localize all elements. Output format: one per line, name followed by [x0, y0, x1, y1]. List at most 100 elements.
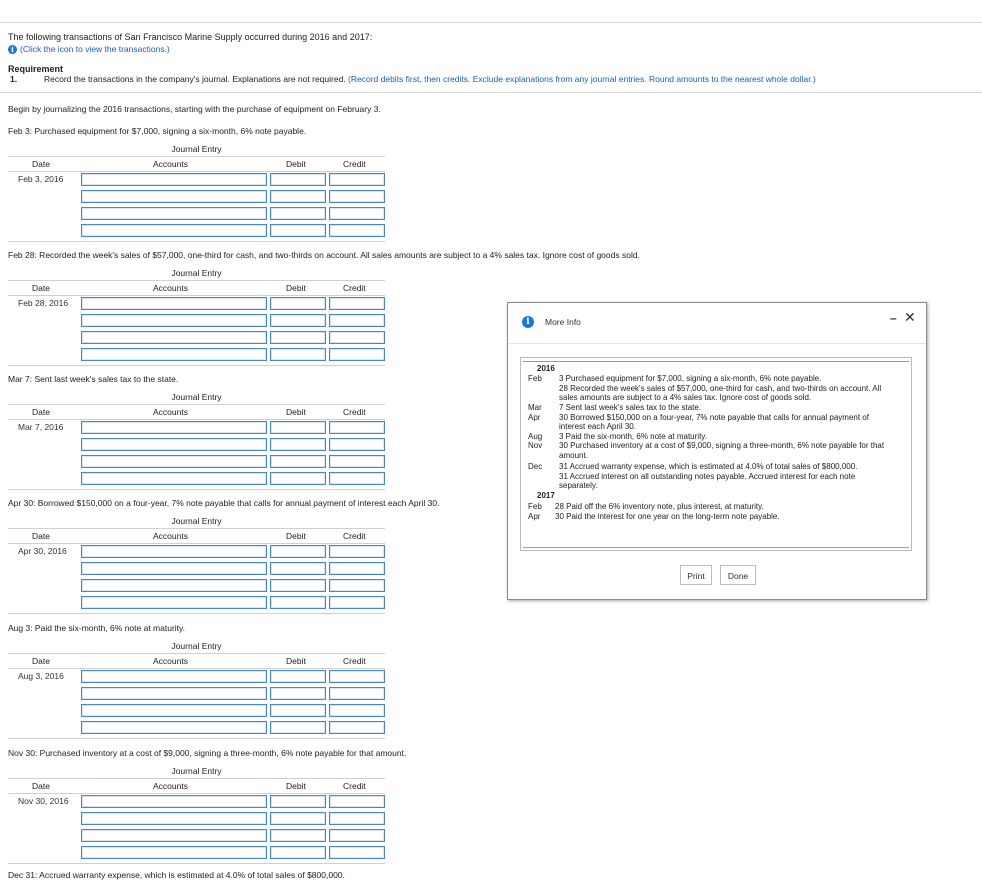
journal-row: [8, 313, 385, 330]
journal-row: [8, 347, 385, 364]
debit-input[interactable]: [270, 331, 326, 344]
journal-row: [8, 703, 385, 720]
debit-input[interactable]: [270, 173, 326, 186]
credit-input[interactable]: [329, 721, 385, 734]
col-date: Date: [32, 159, 50, 169]
col-accounts: Accounts: [153, 159, 188, 169]
account-input[interactable]: [81, 670, 267, 683]
account-input[interactable]: [81, 704, 267, 717]
account-input[interactable]: [81, 579, 267, 592]
debit-input[interactable]: [270, 812, 326, 825]
credit-input[interactable]: [329, 421, 385, 434]
debit-input[interactable]: [270, 190, 326, 203]
view-transactions-link[interactable]: i (Click the icon to view the transactio…: [8, 44, 170, 54]
credit-input[interactable]: [329, 579, 385, 592]
credit-input[interactable]: [329, 812, 385, 825]
year-label: 2017: [537, 491, 555, 500]
info-link-label[interactable]: (Click the icon to view the transactions…: [20, 44, 170, 54]
transactions-list: 2016 Feb 3 Purchased equipment for $7,000,…: [523, 361, 909, 548]
account-input[interactable]: [81, 314, 267, 327]
credit-input[interactable]: [329, 455, 385, 468]
credit-input[interactable]: [329, 829, 385, 842]
journal-entry-table: Journal Entry Date Accounts Debit Credit Aug …: [8, 641, 385, 739]
credit-input[interactable]: [329, 207, 385, 220]
credit-input[interactable]: [329, 472, 385, 485]
credit-input[interactable]: [329, 704, 385, 717]
account-input[interactable]: [81, 297, 267, 310]
account-input[interactable]: [81, 331, 267, 344]
debit-input[interactable]: [270, 314, 326, 327]
col-credit: Credit: [343, 656, 366, 666]
journal-row: Feb 28, 2016: [8, 296, 385, 313]
debit-input[interactable]: [270, 829, 326, 842]
debit-input[interactable]: [270, 421, 326, 434]
account-input[interactable]: [81, 472, 267, 485]
credit-input[interactable]: [329, 331, 385, 344]
debit-input[interactable]: [270, 348, 326, 361]
debit-input[interactable]: [270, 224, 326, 237]
account-input[interactable]: [81, 846, 267, 859]
debit-input[interactable]: [270, 207, 326, 220]
account-input[interactable]: [81, 421, 267, 434]
credit-input[interactable]: [329, 348, 385, 361]
debit-input[interactable]: [270, 687, 326, 700]
account-input[interactable]: [81, 829, 267, 842]
account-input[interactable]: [81, 190, 267, 203]
account-input[interactable]: [81, 545, 267, 558]
debit-input[interactable]: [270, 670, 326, 683]
debit-input[interactable]: [270, 704, 326, 717]
account-input[interactable]: [81, 224, 267, 237]
debit-input[interactable]: [270, 455, 326, 468]
credit-input[interactable]: [329, 173, 385, 186]
debit-input[interactable]: [270, 721, 326, 734]
journal-row: [8, 828, 385, 845]
credit-input[interactable]: [329, 438, 385, 451]
dialog-title: More Info: [545, 317, 581, 327]
journal-entry-table: Journal Entry Date Accounts Debit Credit Nov …: [8, 766, 385, 864]
minimize-icon[interactable]: –: [890, 311, 897, 325]
debit-input[interactable]: [270, 579, 326, 592]
journal-entry-title: Journal Entry: [171, 144, 222, 154]
account-input[interactable]: [81, 455, 267, 468]
debit-input[interactable]: [270, 472, 326, 485]
info-icon[interactable]: i: [8, 44, 17, 54]
entry-date: Aug 3, 2016: [18, 671, 64, 681]
credit-input[interactable]: [329, 687, 385, 700]
debit-input[interactable]: [270, 438, 326, 451]
account-input[interactable]: [81, 438, 267, 451]
col-credit: Credit: [343, 407, 366, 417]
account-input[interactable]: [81, 687, 267, 700]
credit-input[interactable]: [329, 314, 385, 327]
credit-input[interactable]: [329, 795, 385, 808]
credit-input[interactable]: [329, 562, 385, 575]
account-input[interactable]: [81, 348, 267, 361]
transaction-text: 31 Accrued warranty expense, which is es…: [559, 462, 858, 471]
account-input[interactable]: [81, 795, 267, 808]
close-icon[interactable]: ✕: [904, 309, 916, 326]
credit-input[interactable]: [329, 846, 385, 859]
debit-input[interactable]: [270, 596, 326, 609]
credit-input[interactable]: [329, 190, 385, 203]
debit-input[interactable]: [270, 545, 326, 558]
account-input[interactable]: [81, 596, 267, 609]
account-input[interactable]: [81, 562, 267, 575]
journal-row: [8, 811, 385, 828]
transaction-text: 31 Accrued interest on all outstanding n…: [559, 472, 856, 481]
account-input[interactable]: [81, 812, 267, 825]
credit-input[interactable]: [329, 596, 385, 609]
debit-input[interactable]: [270, 297, 326, 310]
credit-input[interactable]: [329, 224, 385, 237]
col-debit: Debit: [286, 531, 306, 541]
account-input[interactable]: [81, 207, 267, 220]
debit-input[interactable]: [270, 795, 326, 808]
credit-input[interactable]: [329, 670, 385, 683]
debit-input[interactable]: [270, 562, 326, 575]
print-button[interactable]: Print: [680, 565, 712, 585]
credit-input[interactable]: [329, 297, 385, 310]
journal-row: [8, 189, 385, 206]
done-button[interactable]: Done: [720, 565, 756, 585]
account-input[interactable]: [81, 721, 267, 734]
debit-input[interactable]: [270, 846, 326, 859]
account-input[interactable]: [81, 173, 267, 186]
credit-input[interactable]: [329, 545, 385, 558]
